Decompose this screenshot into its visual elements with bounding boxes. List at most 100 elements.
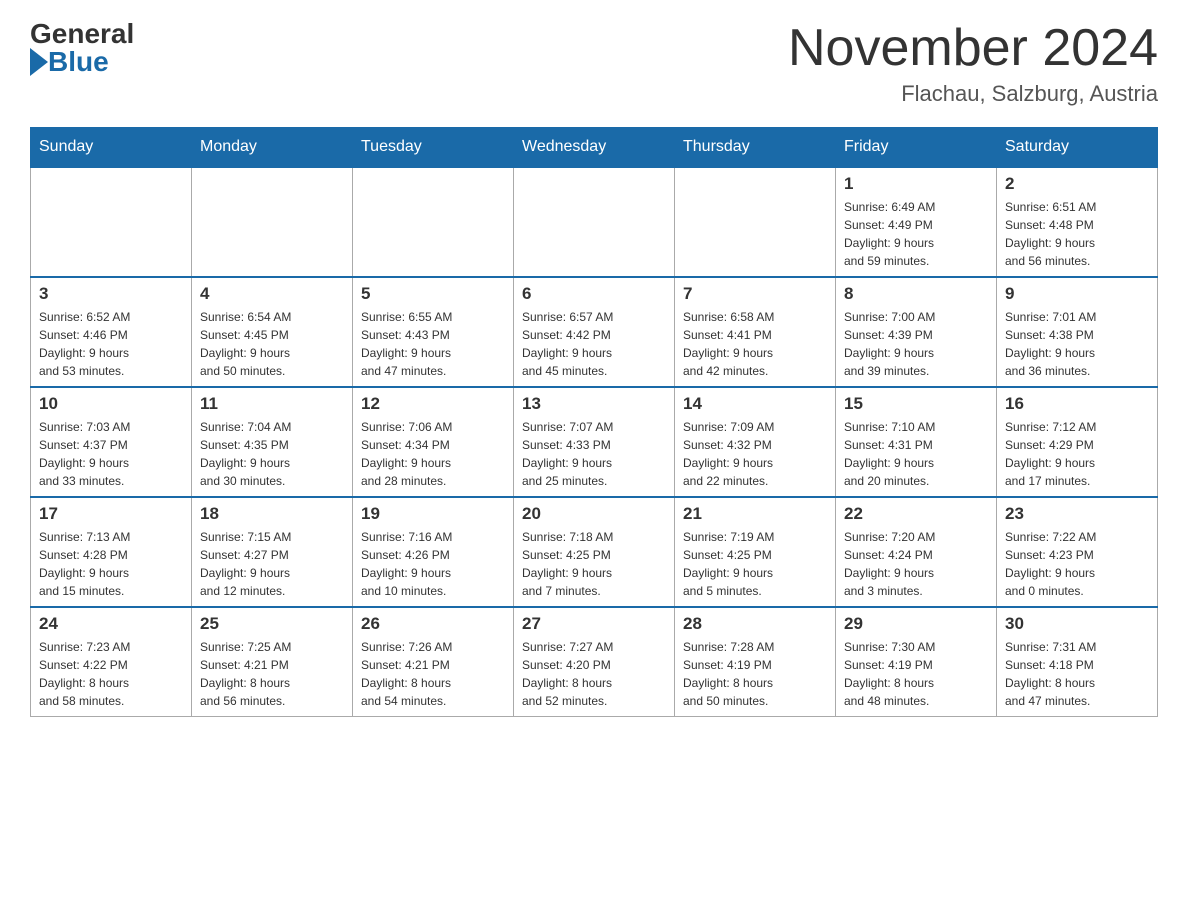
day-cell: 5 Sunrise: 6:55 AM Sunset: 4:43 PM Daylig…: [353, 277, 514, 387]
day-number: 6: [522, 284, 666, 304]
day-number: 28: [683, 614, 827, 634]
day-cell: 26 Sunrise: 7:26 AM Sunset: 4:21 PM Dayli…: [353, 607, 514, 717]
day-number: 9: [1005, 284, 1149, 304]
day-number: 18: [200, 504, 344, 524]
day-cell: 3 Sunrise: 6:52 AM Sunset: 4:46 PM Daylig…: [31, 277, 192, 387]
day-cell: 20Sunrise: 7:18 AM Sunset: 4:25 PM Dayli…: [514, 497, 675, 607]
day-cell: 2Sunrise: 6:51 AM Sunset: 4:48 PM Daylig…: [997, 167, 1158, 277]
day-number: 30: [1005, 614, 1149, 634]
day-cell: 12Sunrise: 7:06 AM Sunset: 4:34 PM Dayli…: [353, 387, 514, 497]
day-info: Sunrise: 7:13 AM Sunset: 4:28 PM Dayligh…: [39, 528, 183, 600]
day-info: Sunrise: 6:57 AM Sunset: 4:42 PM Dayligh…: [522, 308, 666, 380]
day-number: 22: [844, 504, 988, 524]
logo-triangle-icon: [30, 48, 48, 76]
weekday-header-wednesday: Wednesday: [514, 128, 675, 168]
day-number: 10: [39, 394, 183, 414]
day-cell: 27 Sunrise: 7:27 AM Sunset: 4:20 PM Dayli…: [514, 607, 675, 717]
day-number: 29: [844, 614, 988, 634]
day-cell: 8 Sunrise: 7:00 AM Sunset: 4:39 PM Daylig…: [836, 277, 997, 387]
day-cell: 10Sunrise: 7:03 AM Sunset: 4:37 PM Dayli…: [31, 387, 192, 497]
day-number: 4: [200, 284, 344, 304]
day-cell: [31, 167, 192, 277]
week-row-5: 24 Sunrise: 7:23 AM Sunset: 4:22 PM Dayli…: [31, 607, 1158, 717]
calendar-table: SundayMondayTuesdayWednesdayThursdayFrid…: [30, 127, 1158, 717]
day-info: Sunrise: 6:54 AM Sunset: 4:45 PM Dayligh…: [200, 308, 344, 380]
day-info: Sunrise: 6:55 AM Sunset: 4:43 PM Dayligh…: [361, 308, 505, 380]
day-number: 3: [39, 284, 183, 304]
week-row-1: 1Sunrise: 6:49 AM Sunset: 4:49 PM Daylig…: [31, 167, 1158, 277]
day-info: Sunrise: 7:01 AM Sunset: 4:38 PM Dayligh…: [1005, 308, 1149, 380]
weekday-header-monday: Monday: [192, 128, 353, 168]
day-info: Sunrise: 7:30 AM Sunset: 4:19 PM Dayligh…: [844, 638, 988, 710]
day-cell: 14Sunrise: 7:09 AM Sunset: 4:32 PM Dayli…: [675, 387, 836, 497]
month-year-title: November 2024: [788, 20, 1158, 77]
day-number: 8: [844, 284, 988, 304]
day-cell: 29 Sunrise: 7:30 AM Sunset: 4:19 PM Dayli…: [836, 607, 997, 717]
day-number: 13: [522, 394, 666, 414]
day-info: Sunrise: 7:15 AM Sunset: 4:27 PM Dayligh…: [200, 528, 344, 600]
day-info: Sunrise: 6:52 AM Sunset: 4:46 PM Dayligh…: [39, 308, 183, 380]
day-cell: 13 Sunrise: 7:07 AM Sunset: 4:33 PM Dayli…: [514, 387, 675, 497]
day-info: Sunrise: 7:07 AM Sunset: 4:33 PM Dayligh…: [522, 418, 666, 490]
day-info: Sunrise: 7:18 AM Sunset: 4:25 PM Dayligh…: [522, 528, 666, 600]
day-number: 27: [522, 614, 666, 634]
day-cell: 28Sunrise: 7:28 AM Sunset: 4:19 PM Dayli…: [675, 607, 836, 717]
day-cell: [192, 167, 353, 277]
day-cell: 4 Sunrise: 6:54 AM Sunset: 4:45 PM Daylig…: [192, 277, 353, 387]
day-number: 5: [361, 284, 505, 304]
day-info: Sunrise: 7:23 AM Sunset: 4:22 PM Dayligh…: [39, 638, 183, 710]
day-cell: 17 Sunrise: 7:13 AM Sunset: 4:28 PM Dayli…: [31, 497, 192, 607]
day-number: 21: [683, 504, 827, 524]
day-cell: 30Sunrise: 7:31 AM Sunset: 4:18 PM Dayli…: [997, 607, 1158, 717]
day-number: 19: [361, 504, 505, 524]
day-info: Sunrise: 7:19 AM Sunset: 4:25 PM Dayligh…: [683, 528, 827, 600]
day-number: 23: [1005, 504, 1149, 524]
day-info: Sunrise: 7:00 AM Sunset: 4:39 PM Dayligh…: [844, 308, 988, 380]
day-info: Sunrise: 6:49 AM Sunset: 4:49 PM Dayligh…: [844, 198, 988, 270]
title-area: November 2024 Flachau, Salzburg, Austria: [788, 20, 1158, 107]
calendar-body: 1Sunrise: 6:49 AM Sunset: 4:49 PM Daylig…: [31, 167, 1158, 717]
day-cell: 9 Sunrise: 7:01 AM Sunset: 4:38 PM Daylig…: [997, 277, 1158, 387]
day-cell: [514, 167, 675, 277]
weekday-header-row: SundayMondayTuesdayWednesdayThursdayFrid…: [31, 128, 1158, 168]
day-number: 17: [39, 504, 183, 524]
day-cell: 21 Sunrise: 7:19 AM Sunset: 4:25 PM Dayli…: [675, 497, 836, 607]
location-title: Flachau, Salzburg, Austria: [788, 81, 1158, 107]
calendar-header: SundayMondayTuesdayWednesdayThursdayFrid…: [31, 128, 1158, 168]
day-cell: [675, 167, 836, 277]
day-info: Sunrise: 7:25 AM Sunset: 4:21 PM Dayligh…: [200, 638, 344, 710]
day-number: 7: [683, 284, 827, 304]
header: General Blue November 2024 Flachau, Salz…: [30, 20, 1158, 107]
weekday-header-saturday: Saturday: [997, 128, 1158, 168]
day-info: Sunrise: 7:27 AM Sunset: 4:20 PM Dayligh…: [522, 638, 666, 710]
week-row-3: 10Sunrise: 7:03 AM Sunset: 4:37 PM Dayli…: [31, 387, 1158, 497]
day-info: Sunrise: 7:22 AM Sunset: 4:23 PM Dayligh…: [1005, 528, 1149, 600]
day-number: 24: [39, 614, 183, 634]
day-number: 14: [683, 394, 827, 414]
day-cell: 24 Sunrise: 7:23 AM Sunset: 4:22 PM Dayli…: [31, 607, 192, 717]
weekday-header-sunday: Sunday: [31, 128, 192, 168]
day-info: Sunrise: 7:26 AM Sunset: 4:21 PM Dayligh…: [361, 638, 505, 710]
day-cell: 11Sunrise: 7:04 AM Sunset: 4:35 PM Dayli…: [192, 387, 353, 497]
day-cell: 15 Sunrise: 7:10 AM Sunset: 4:31 PM Dayli…: [836, 387, 997, 497]
day-cell: 18 Sunrise: 7:15 AM Sunset: 4:27 PM Dayli…: [192, 497, 353, 607]
day-number: 15: [844, 394, 988, 414]
day-info: Sunrise: 7:20 AM Sunset: 4:24 PM Dayligh…: [844, 528, 988, 600]
day-cell: 22 Sunrise: 7:20 AM Sunset: 4:24 PM Dayli…: [836, 497, 997, 607]
weekday-header-thursday: Thursday: [675, 128, 836, 168]
day-info: Sunrise: 7:10 AM Sunset: 4:31 PM Dayligh…: [844, 418, 988, 490]
day-cell: 7Sunrise: 6:58 AM Sunset: 4:41 PM Daylig…: [675, 277, 836, 387]
day-cell: 1Sunrise: 6:49 AM Sunset: 4:49 PM Daylig…: [836, 167, 997, 277]
day-number: 25: [200, 614, 344, 634]
day-number: 26: [361, 614, 505, 634]
week-row-2: 3 Sunrise: 6:52 AM Sunset: 4:46 PM Daylig…: [31, 277, 1158, 387]
day-cell: 25 Sunrise: 7:25 AM Sunset: 4:21 PM Dayli…: [192, 607, 353, 717]
logo-general-text: General: [30, 20, 134, 48]
logo: General Blue: [30, 20, 134, 76]
day-info: Sunrise: 7:12 AM Sunset: 4:29 PM Dayligh…: [1005, 418, 1149, 490]
day-info: Sunrise: 7:06 AM Sunset: 4:34 PM Dayligh…: [361, 418, 505, 490]
weekday-header-friday: Friday: [836, 128, 997, 168]
day-cell: 19Sunrise: 7:16 AM Sunset: 4:26 PM Dayli…: [353, 497, 514, 607]
day-number: 2: [1005, 174, 1149, 194]
day-cell: 6 Sunrise: 6:57 AM Sunset: 4:42 PM Daylig…: [514, 277, 675, 387]
